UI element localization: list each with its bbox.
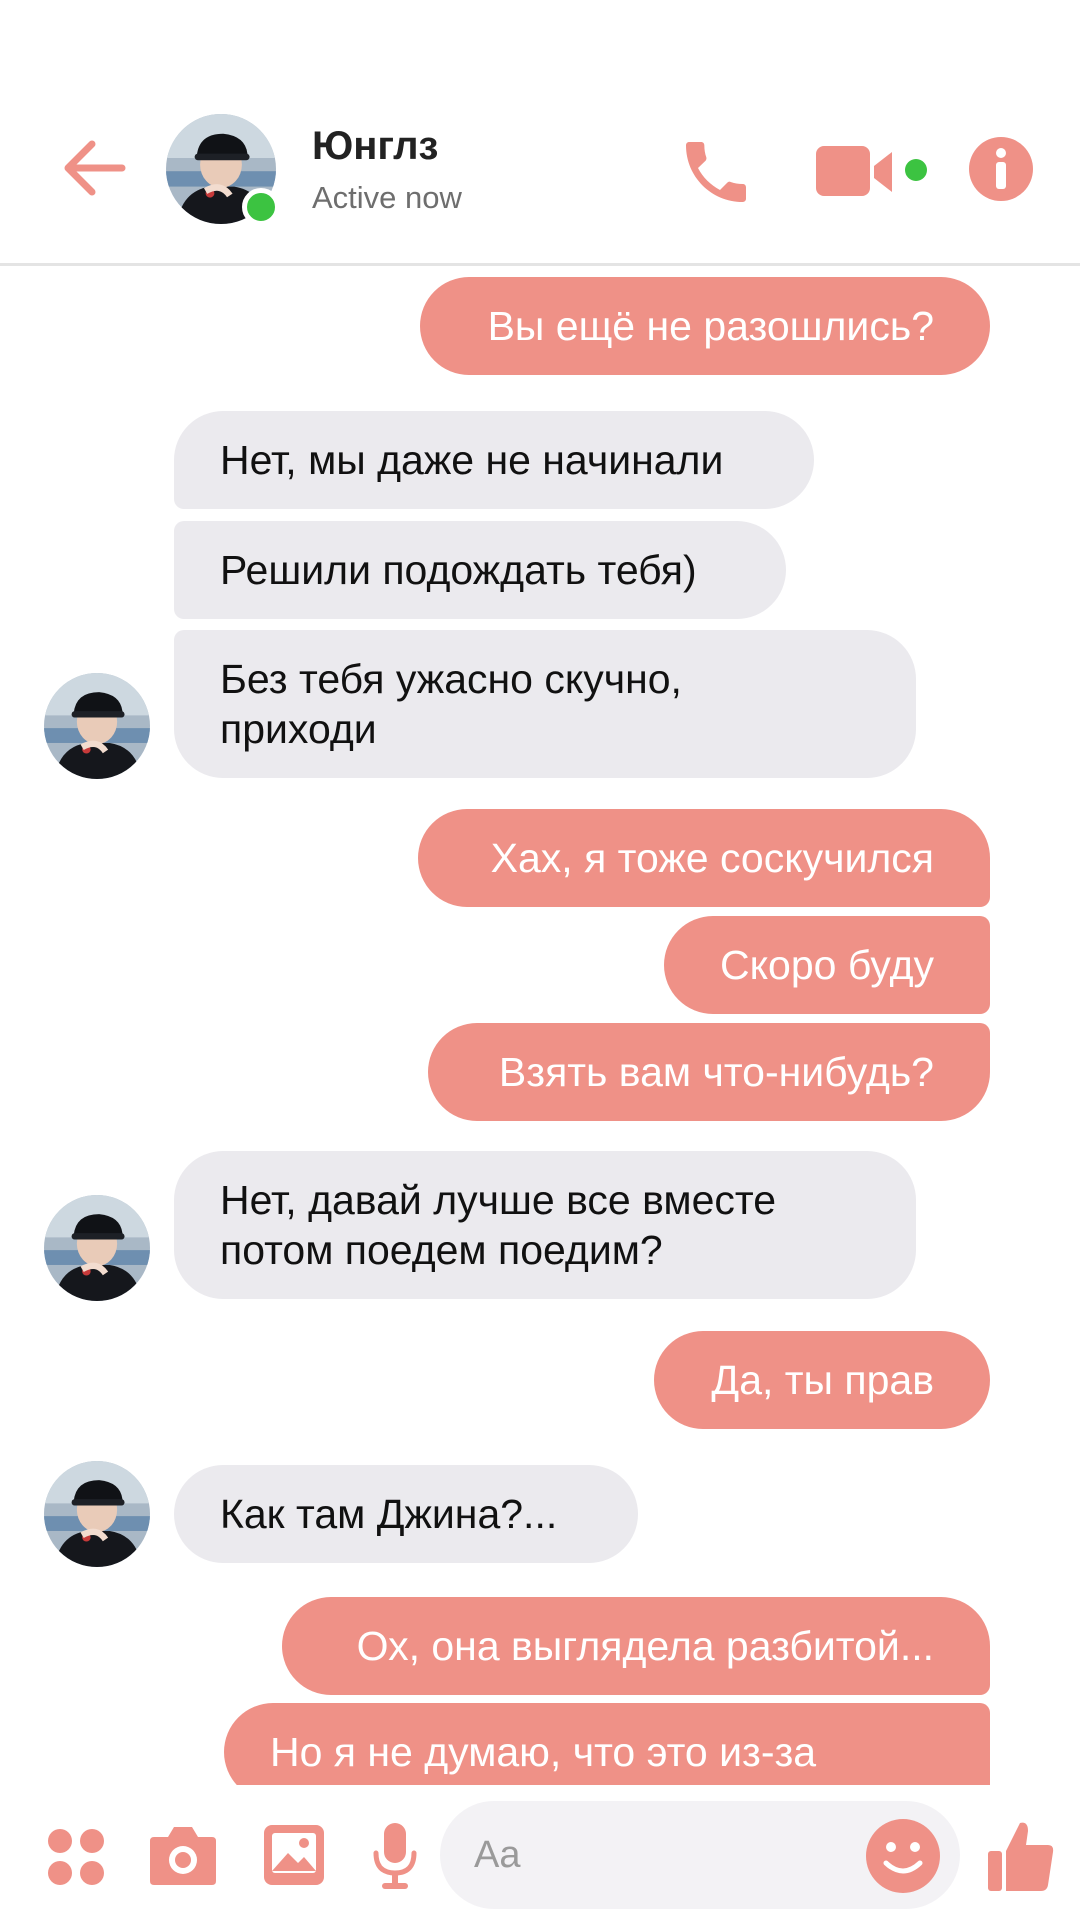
message-bubble-outgoing[interactable]: Да, ты прав bbox=[654, 1331, 990, 1429]
message-bubble-outgoing[interactable]: Но я не думаю, что это из-за bbox=[224, 1703, 990, 1785]
voice-message-button[interactable] bbox=[372, 1821, 418, 1891]
message-line: потом поедем поедим? bbox=[220, 1227, 663, 1273]
thumbs-up-icon bbox=[988, 1822, 1054, 1891]
camera-icon bbox=[150, 1827, 216, 1885]
contact-avatar[interactable] bbox=[166, 114, 280, 226]
apps-button[interactable] bbox=[46, 1827, 106, 1887]
four-dots-icon bbox=[48, 1829, 104, 1885]
info-button[interactable] bbox=[968, 136, 1034, 202]
message-bubble-outgoing[interactable]: Вы ещё не разошлись? bbox=[420, 277, 990, 375]
message-input[interactable] bbox=[474, 1825, 854, 1885]
info-icon bbox=[969, 137, 1033, 201]
message-bubble-outgoing[interactable]: Ох, она выглядела разбитой... bbox=[282, 1597, 990, 1695]
image-icon bbox=[264, 1825, 324, 1885]
voice-call-button[interactable] bbox=[676, 132, 756, 212]
like-button[interactable] bbox=[986, 1819, 1056, 1893]
microphone-icon bbox=[373, 1823, 417, 1889]
message-line: Нет, давай лучше все вместе bbox=[220, 1177, 777, 1223]
message-bubble-incoming[interactable]: Без тебя ужасно скучно, приходи bbox=[174, 630, 916, 778]
message-bubble-incoming[interactable]: Решили подождать тебя) bbox=[174, 521, 786, 619]
message-bubble-outgoing[interactable]: Взять вам что-нибудь? bbox=[428, 1023, 990, 1121]
camera-button[interactable] bbox=[148, 1825, 218, 1887]
composer-bar bbox=[0, 1785, 1080, 1920]
arrow-left-icon bbox=[64, 140, 126, 196]
back-button[interactable] bbox=[58, 132, 130, 204]
message-line: Без тебя ужасно скучно, bbox=[220, 656, 682, 702]
phone-icon bbox=[686, 142, 746, 202]
online-status-dot bbox=[242, 188, 280, 226]
gallery-button[interactable] bbox=[262, 1823, 326, 1887]
message-input-container[interactable] bbox=[440, 1801, 960, 1909]
video-camera-icon bbox=[816, 146, 927, 196]
avatar[interactable] bbox=[44, 1195, 150, 1301]
smiley-icon bbox=[866, 1819, 940, 1893]
video-call-button[interactable] bbox=[816, 136, 936, 208]
message-bubble-outgoing[interactable]: Хах, я тоже соскучился bbox=[418, 809, 990, 907]
avatar[interactable] bbox=[44, 673, 150, 779]
message-list[interactable]: Вы ещё не разошлись? Нет, мы даже не нач… bbox=[0, 269, 1080, 1785]
message-bubble-incoming[interactable]: Нет, мы даже не начинали bbox=[174, 411, 814, 509]
avatar[interactable] bbox=[44, 1461, 150, 1567]
message-line: приходи bbox=[220, 706, 377, 752]
message-bubble-outgoing[interactable]: Скоро буду bbox=[664, 916, 990, 1014]
contact-name[interactable]: Юнглз bbox=[312, 124, 438, 169]
message-bubble-incoming[interactable]: Как там Джина?... bbox=[174, 1465, 638, 1563]
contact-status: Active now bbox=[312, 180, 462, 215]
chat-header: Юнглз Active now bbox=[0, 0, 1080, 266]
emoji-button[interactable] bbox=[864, 1817, 942, 1895]
message-bubble-incoming[interactable]: Нет, давай лучше все вместе потом поедем… bbox=[174, 1151, 916, 1299]
